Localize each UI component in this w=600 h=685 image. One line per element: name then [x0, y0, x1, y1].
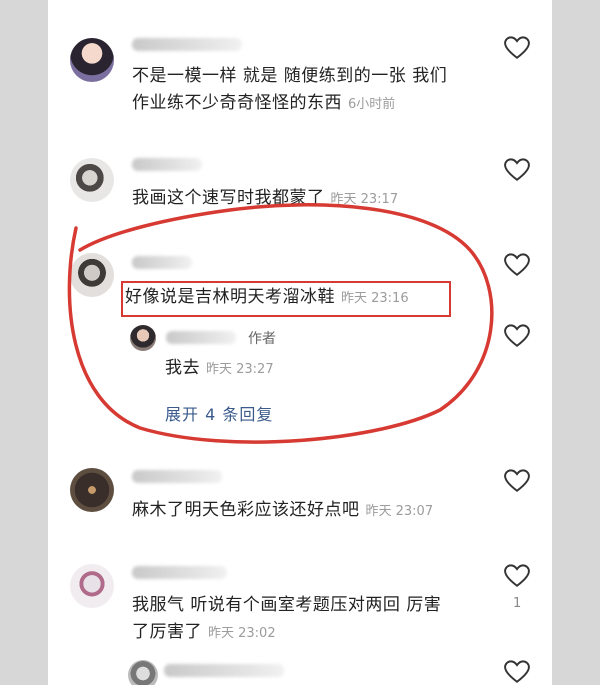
- comment-time: 昨天 23:16: [341, 291, 409, 306]
- comment-time: 昨天 23:07: [365, 504, 434, 519]
- reply-time: 昨天 23:27: [206, 362, 274, 377]
- reply-text: 我去 昨天 23:27: [165, 355, 274, 383]
- heart-icon[interactable]: [504, 469, 530, 493]
- username-redacted[interactable]: [132, 158, 202, 171]
- comment-line: 好像说是吉林明天考溜冰鞋: [125, 287, 335, 307]
- heart-icon[interactable]: [504, 324, 530, 348]
- reply-line: 我去: [165, 358, 200, 378]
- reply-username-redacted[interactable]: [166, 331, 236, 344]
- avatar[interactable]: [70, 253, 114, 297]
- comment-time: 昨天 23:02: [208, 626, 276, 641]
- username-redacted[interactable]: [164, 664, 284, 677]
- expand-replies-link[interactable]: 展开 4 条回复: [165, 401, 273, 425]
- username-redacted[interactable]: [132, 256, 192, 269]
- comment-line: 了厉害了: [132, 622, 202, 642]
- avatar[interactable]: [128, 660, 158, 685]
- avatar[interactable]: [70, 158, 114, 202]
- username-redacted[interactable]: [132, 38, 242, 51]
- avatar[interactable]: [70, 38, 114, 82]
- heart-icon[interactable]: [504, 660, 530, 684]
- comment-text: 不是一模一样 就是 随便练到的一张 我们 作业练不少奇奇怪怪的东西 6小时前: [132, 63, 447, 118]
- comment-text: 我服气 听说有个画室考题压对两回 厉害 了厉害了 昨天 23:02: [132, 592, 441, 647]
- comment-line: 麻木了明天色彩应该还好点吧: [132, 500, 360, 520]
- avatar[interactable]: [70, 468, 114, 512]
- heart-icon[interactable]: [504, 253, 530, 277]
- username-redacted[interactable]: [132, 566, 227, 579]
- comment-text: 好像说是吉林明天考溜冰鞋 昨天 23:16: [125, 284, 409, 312]
- comment-line: 我服气 听说有个画室考题压对两回 厉害: [132, 595, 442, 615]
- comment-line: 不是一模一样 就是 随便练到的一张 我们: [132, 66, 448, 86]
- author-tag: 作者: [248, 331, 276, 347]
- heart-icon[interactable]: [504, 36, 530, 60]
- like-count: 1: [513, 596, 522, 611]
- heart-icon[interactable]: [504, 158, 530, 182]
- username-redacted[interactable]: [132, 470, 222, 483]
- comment-time: 6小时前: [348, 97, 396, 112]
- comment-line: 我画这个速写时我都蒙了: [132, 188, 325, 208]
- heart-icon[interactable]: [504, 564, 530, 588]
- reply-avatar[interactable]: [130, 325, 156, 351]
- comment-text: 麻木了明天色彩应该还好点吧 昨天 23:07: [132, 497, 433, 525]
- comment-list: 不是一模一样 就是 随便练到的一张 我们 作业练不少奇奇怪怪的东西 6小时前 我画…: [48, 0, 552, 685]
- comment-text: 我画这个速写时我都蒙了 昨天 23:17: [132, 185, 398, 213]
- comment-time: 昨天 23:17: [330, 192, 399, 207]
- comment-line: 作业练不少奇奇怪怪的东西: [132, 93, 342, 113]
- avatar[interactable]: [70, 564, 114, 608]
